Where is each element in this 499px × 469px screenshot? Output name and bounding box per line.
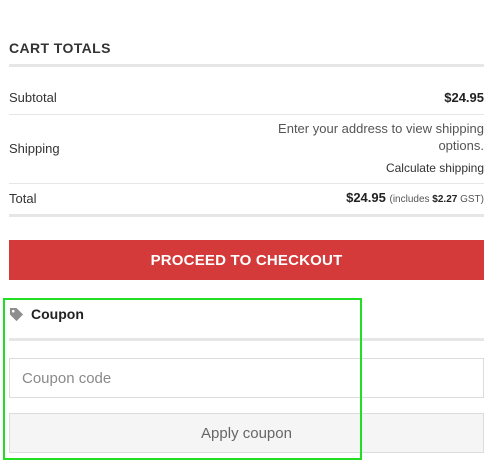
coupon-code-input[interactable] [9, 358, 484, 398]
tax-value: $2.27 [432, 194, 458, 205]
coupon-heading: Coupon [9, 306, 84, 322]
coupon-divider [9, 338, 484, 341]
subtotal-value: $24.95 [444, 90, 484, 105]
tax-note: (includes $2.27 GST) [389, 194, 484, 205]
calculate-shipping-link[interactable]: Calculate shipping [386, 161, 484, 175]
tax-prefix: (includes [389, 194, 430, 205]
coupon-heading-label: Coupon [31, 306, 84, 322]
tax-suffix: GST) [460, 194, 484, 205]
tag-icon [9, 307, 24, 321]
shipping-divider [9, 183, 484, 184]
shipping-note: Enter your address to view shipping opti… [278, 121, 484, 153]
cart-totals-title: CART TOTALS [9, 40, 111, 56]
cart-totals-panel: CART TOTALS Subtotal $24.95 Shipping Ent… [0, 0, 499, 469]
subtotal-label: Subtotal [9, 90, 57, 105]
subtotal-divider [9, 114, 484, 115]
total-value-group: $24.95 (includes $2.27 GST) [346, 190, 484, 205]
title-divider [9, 64, 484, 67]
apply-coupon-button[interactable]: Apply coupon [9, 413, 484, 453]
proceed-to-checkout-button[interactable]: PROCEED TO CHECKOUT [9, 240, 484, 280]
shipping-label: Shipping [9, 141, 60, 156]
total-value: $24.95 [346, 190, 386, 205]
total-divider [9, 214, 484, 217]
total-label: Total [9, 191, 37, 206]
